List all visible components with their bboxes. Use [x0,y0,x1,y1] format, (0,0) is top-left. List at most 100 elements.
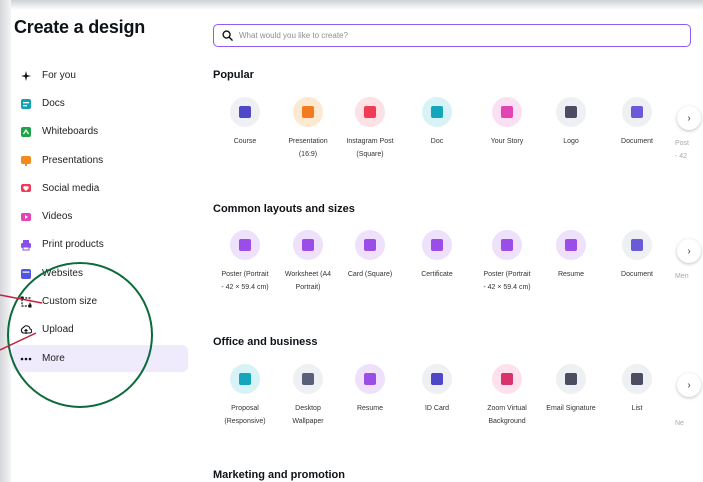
sidebar-item-videos[interactable]: Videos [20,203,184,230]
search-bar[interactable] [213,24,691,47]
design-type-label: Zoom Virtual Background [487,405,527,425]
clipped-tile-label: Post [675,140,690,147]
section-title: Office and business [213,336,318,348]
sidebar-item-whiteboards[interactable]: Whiteboards [20,118,184,145]
design-type-tile[interactable]: Zoom Virtual Background [476,364,538,428]
sidebar-item-label: For you [42,70,76,81]
design-type-tile[interactable]: Resume [339,364,401,415]
next-arrow-button[interactable]: › [677,106,701,130]
design-type-label: Course [233,138,257,145]
design-type-label: Your Story [490,138,524,145]
sidebar-item-label: Upload [42,324,74,335]
section-title: Common layouts and sizes [213,203,355,215]
presentation-icon [20,155,32,167]
heart-icon [20,183,32,195]
sidebar-item-upload[interactable]: Upload [20,316,184,343]
design-type-icon [622,364,652,394]
sidebar-item-label: Whiteboards [42,126,99,137]
design-type-label: Instagram Post (Square) [346,138,394,158]
design-type-icon [422,97,452,127]
next-arrow-button[interactable]: › [677,373,701,397]
design-type-tile[interactable]: Card (Square) [339,230,401,281]
design-type-icon [422,364,452,394]
design-type-tile[interactable]: ID Card [406,364,468,415]
clipped-tile-label: Ne [675,420,684,427]
design-type-icon [492,364,522,394]
design-type-icon [422,230,452,260]
video-icon [20,211,32,223]
sidebar-item-more[interactable]: More [12,345,188,372]
design-type-icon [293,230,323,260]
website-icon [20,268,32,280]
design-type-icon [355,230,385,260]
sidebar-item-label: Docs [42,98,65,109]
design-type-icon [293,364,323,394]
design-type-label: Document [621,271,653,278]
sidebar-item-label: Presentations [42,155,104,166]
design-type-label: Document [621,138,653,145]
sidebar-item-social-media[interactable]: Social media [20,175,184,202]
design-type-tile[interactable]: List [606,364,668,415]
design-type-label: Desktop Wallpaper [292,405,324,425]
next-arrow-button[interactable]: › [677,239,701,263]
search-input[interactable] [239,31,659,40]
sparkle-icon [20,70,32,82]
design-type-icon [355,364,385,394]
design-type-tile[interactable]: Doc [406,97,468,148]
design-type-icon [556,230,586,260]
design-type-label: Logo [563,138,579,145]
design-type-icon [622,97,652,127]
window-top-shadow [0,0,703,10]
design-type-tile[interactable]: Document [606,97,668,148]
sidebar-item-websites[interactable]: Websites [20,260,184,287]
sidebar-item-presentations[interactable]: Presentations [20,147,184,174]
design-type-tile[interactable]: Presentation (16:9) [277,97,339,161]
design-type-tile[interactable]: Logo [540,97,602,148]
design-type-label: Poster (Portrait - 42 × 59.4 cm) [483,271,531,291]
design-type-tile[interactable]: Instagram Post (Square) [339,97,401,161]
design-type-tile[interactable]: Proposal (Responsive) [214,364,276,428]
design-type-label: Resume [356,405,384,412]
docs-icon [20,98,32,110]
design-type-label: List [631,405,643,412]
sidebar-item-docs[interactable]: Docs [20,90,184,117]
design-type-tile[interactable]: Document [606,230,668,281]
sidebar-item-label: Websites [42,268,83,279]
sidebar-item-label: Videos [42,211,73,222]
design-type-tile[interactable]: Worksheet (A4 Portrait) [277,230,339,294]
design-type-tile[interactable]: Certificate [406,230,468,281]
design-type-icon [622,230,652,260]
design-type-label: Poster (Portrait - 42 × 59.4 cm) [221,271,269,291]
design-type-icon [293,97,323,127]
design-type-icon [492,230,522,260]
clipped-tile-label: - 42 [675,153,688,160]
design-type-icon [556,364,586,394]
sidebar-title: Create a design [14,17,146,37]
design-type-tile[interactable]: Email Signature [540,364,602,415]
design-type-tile[interactable]: Your Story [476,97,538,148]
search-icon [222,30,233,41]
design-type-tile[interactable]: Resume [540,230,602,281]
sidebar-item-custom-size[interactable]: Custom size [20,288,184,315]
design-type-tile[interactable]: Poster (Portrait - 42 × 59.4 cm) [476,230,538,294]
design-type-icon [230,230,260,260]
sidebar-item-print-products[interactable]: Print products [20,231,184,258]
design-type-label: Email Signature [546,405,596,412]
design-type-label: Worksheet (A4 Portrait) [284,271,332,291]
design-type-label: Certificate [421,271,453,278]
design-type-tile[interactable]: Desktop Wallpaper [277,364,339,428]
design-type-tile[interactable]: Course [214,97,276,148]
design-type-label: Proposal (Responsive) [224,405,266,425]
design-type-label: ID Card [424,405,450,412]
design-type-icon [355,97,385,127]
sidebar-item-for-you[interactable]: For you [20,62,184,89]
design-type-icon [230,97,260,127]
design-type-tile[interactable]: Poster (Portrait - 42 × 59.4 cm) [214,230,276,294]
design-type-icon [492,97,522,127]
more-icon [20,353,32,365]
clipped-tile-label: Men [675,273,689,280]
whiteboard-icon [20,126,32,138]
printer-icon [20,239,32,251]
section-title: Marketing and promotion [213,469,345,481]
design-type-icon [556,97,586,127]
